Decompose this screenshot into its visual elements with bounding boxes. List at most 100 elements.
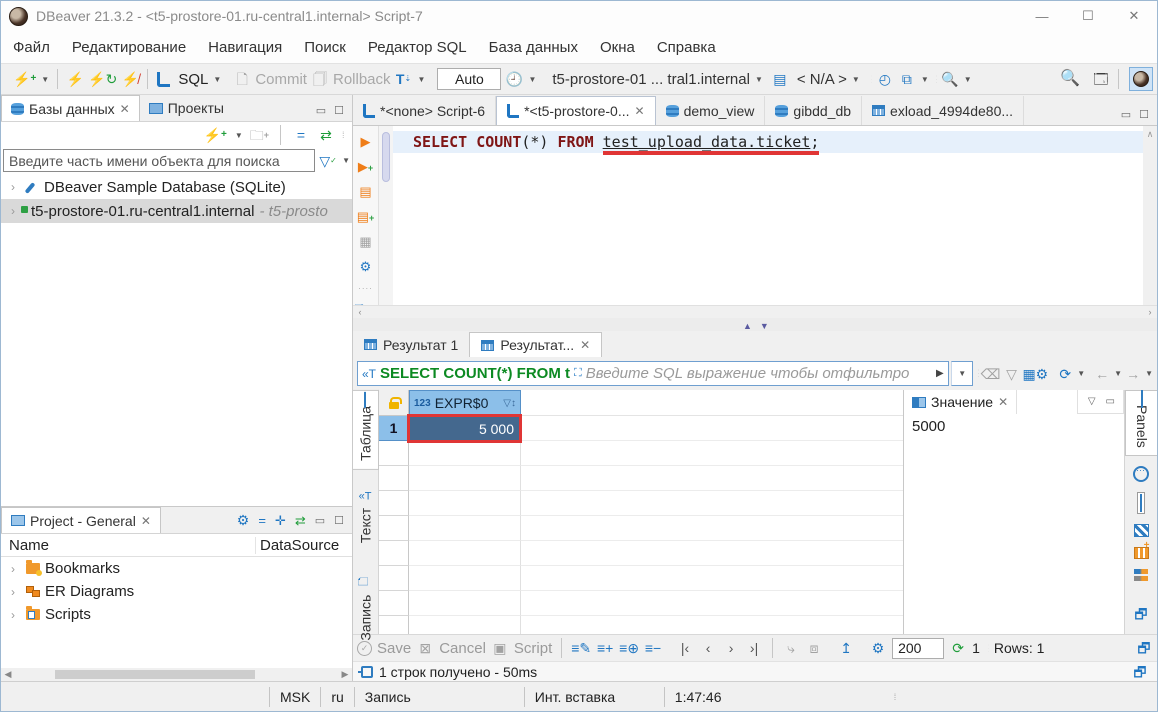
project-link-editor-icon[interactable]: ⇄ [295, 513, 306, 529]
calc-panel-icon[interactable] [1134, 524, 1149, 537]
project-expand-all-icon[interactable]: ✛ [275, 513, 286, 529]
tab-gibdd-db[interactable]: gibdd_db [765, 96, 862, 125]
table-row[interactable] [379, 441, 903, 466]
menu-window[interactable]: Окна [600, 39, 635, 56]
scroll-right-icon[interactable]: › [1143, 307, 1157, 317]
scroll-left-icon[interactable]: ◀ [1, 669, 15, 680]
tab-exload[interactable]: exload_4994de80... [862, 96, 1024, 125]
editor-maximize-icon[interactable]: ☐ [1139, 108, 1149, 121]
insert-mode-indicator[interactable]: Инт. вставка [524, 687, 664, 707]
menu-search[interactable]: Поиск [304, 39, 346, 56]
tab-value[interactable]: Значение ✕ [904, 390, 1017, 414]
nav-back-icon[interactable]: ← [1093, 365, 1111, 383]
table-row[interactable] [379, 616, 903, 634]
toggle-panels-icon[interactable]: 🗗 [1135, 639, 1153, 657]
navigator-minimize-icon[interactable]: ▭ [316, 104, 326, 117]
column-sort-filter-icon[interactable]: ▽↕ [503, 398, 516, 409]
filter-input[interactable]: «T SELECT COUNT(*) FROM t ⛶ Введите SQL … [357, 361, 949, 386]
refresh-results-icon[interactable]: ⟳ [1056, 365, 1074, 383]
explain-plan-icon[interactable]: ▦ [359, 234, 371, 250]
execute-script-icon[interactable]: ▤ [359, 184, 371, 200]
row-number-cell[interactable] [379, 491, 409, 516]
rollback-button[interactable]: Rollback [333, 71, 391, 88]
grid-corner-cell[interactable] [379, 390, 409, 416]
transaction-mode-icon[interactable]: T⇣ [395, 70, 413, 88]
scroll-left-icon[interactable]: ‹ [353, 307, 367, 317]
transaction-dropdown-icon[interactable]: ▼ [418, 75, 426, 84]
tab-script-7-active[interactable]: *<t5-prostore-0... ✕ [496, 96, 656, 125]
tree-item-scripts[interactable]: › Scripts [1, 603, 352, 626]
disconnect-icon[interactable]: ⚡̸ [121, 70, 139, 88]
execute-script-new-icon[interactable]: ▤+ [357, 209, 375, 225]
link-with-editor-icon[interactable]: ⇄ [317, 126, 335, 144]
network-dropdown-icon[interactable]: ▼ [921, 75, 929, 84]
commit-button[interactable]: Commit [255, 71, 307, 88]
tab-close-icon[interactable]: ✕ [635, 104, 645, 118]
timezone-indicator[interactable]: MSK [269, 687, 320, 707]
first-row-icon[interactable]: |‹ [676, 639, 694, 657]
prev-row-icon[interactable]: ‹ [699, 639, 717, 657]
row-number-cell[interactable]: 1 [379, 416, 409, 441]
reconnect-icon[interactable]: ⚡↻ [88, 70, 117, 88]
dbeaver-perspective-button[interactable] [1129, 67, 1153, 91]
dashboard-icon[interactable]: ◴ [876, 70, 894, 88]
tab-panels[interactable]: Panels [1125, 390, 1158, 456]
erase-filter-icon[interactable]: ⌫ [981, 365, 1001, 383]
execute-statement-icon[interactable]: ▶ [361, 134, 371, 150]
edit-cell-icon[interactable]: ≡✎ [571, 639, 591, 657]
tab-project-close-icon[interactable]: ✕ [141, 514, 151, 528]
filter-funnel-icon[interactable]: ▽✓ [319, 152, 337, 170]
table-cell[interactable] [409, 566, 521, 591]
table-row[interactable] [379, 466, 903, 491]
tab-record-view[interactable]: Запись 🗋 [353, 563, 378, 649]
value-panel-content[interactable]: 5000 [904, 414, 1124, 634]
tab-databases-close-icon[interactable]: ✕ [120, 102, 130, 116]
sql-editor-icon[interactable] [156, 70, 174, 88]
references-panel-icon[interactable] [1134, 569, 1148, 581]
project-hscrollbar[interactable]: ◀ ▶ [1, 668, 352, 681]
table-cell[interactable] [409, 616, 521, 634]
duplicate-row-icon[interactable]: ≡⊕ [619, 639, 639, 657]
scrollbar-thumb[interactable] [55, 670, 255, 679]
project-minimize-icon[interactable]: ▭ [315, 514, 325, 527]
auto-refresh-icon[interactable]: ⟳ [949, 639, 967, 657]
last-row-icon[interactable]: ›| [745, 639, 763, 657]
project-settings-gear-icon[interactable]: ⚙ [237, 512, 250, 529]
nav-forward-dropdown-icon[interactable]: ▼ [1145, 369, 1153, 378]
filters-menu-icon[interactable]: ▽ [1002, 365, 1020, 383]
expand-chevron-icon[interactable]: › [11, 562, 21, 576]
collapse-all-icon[interactable]: = [292, 126, 310, 144]
new-folder-icon[interactable]: 🗀+ [250, 126, 269, 144]
editor-vscrollbar[interactable]: ∧ [1143, 126, 1157, 305]
expand-chevron-icon[interactable]: › [11, 585, 21, 599]
open-perspective-icon[interactable]: 🗔 [1092, 70, 1110, 88]
row-mode-indicator[interactable]: Запись [354, 687, 524, 707]
row-number-cell[interactable] [379, 516, 409, 541]
commit-mode-field[interactable]: Auto [437, 68, 501, 90]
column-datasource[interactable]: DataSource [256, 537, 352, 554]
sql-line-1[interactable]: SELECT COUNT(*) FROM test_upload_data.ti… [393, 131, 1143, 153]
row-number-cell[interactable] [379, 541, 409, 566]
tab-text-view[interactable]: Текст «T [353, 482, 378, 551]
tab-script-6[interactable]: *<none> Script-6 [353, 96, 496, 125]
column-name[interactable]: Name [1, 537, 256, 554]
table-row[interactable] [379, 541, 903, 566]
menu-navigate[interactable]: Навигация [208, 39, 282, 56]
fetch-all-icon[interactable]: ⧈ [805, 639, 823, 657]
table-row[interactable] [379, 516, 903, 541]
network-icon[interactable]: ⧉ [898, 70, 916, 88]
value-panel-minimize-icon[interactable]: ▭ [1106, 396, 1115, 407]
scroll-up-icon[interactable]: ∧ [1147, 129, 1154, 140]
row-number-cell[interactable] [379, 441, 409, 466]
menu-edit[interactable]: Редактирование [72, 39, 186, 56]
filter-dropdown-icon[interactable]: ▼ [342, 156, 350, 165]
open-in-editor-icon[interactable]: 🗗 [1134, 604, 1147, 628]
transaction-log-dropdown-icon[interactable]: ▼ [528, 75, 536, 84]
splitter-down-icon[interactable]: ▼ [760, 321, 769, 331]
minimize-button[interactable]: — [1019, 1, 1065, 31]
grouping-panel-icon[interactable] [1133, 466, 1149, 482]
editor-minimize-icon[interactable]: ▭ [1121, 108, 1131, 121]
metadata-panel-icon[interactable] [1134, 547, 1149, 559]
splitter-up-icon[interactable]: ▲ [743, 321, 752, 331]
tab-close-icon[interactable]: ✕ [998, 395, 1008, 409]
